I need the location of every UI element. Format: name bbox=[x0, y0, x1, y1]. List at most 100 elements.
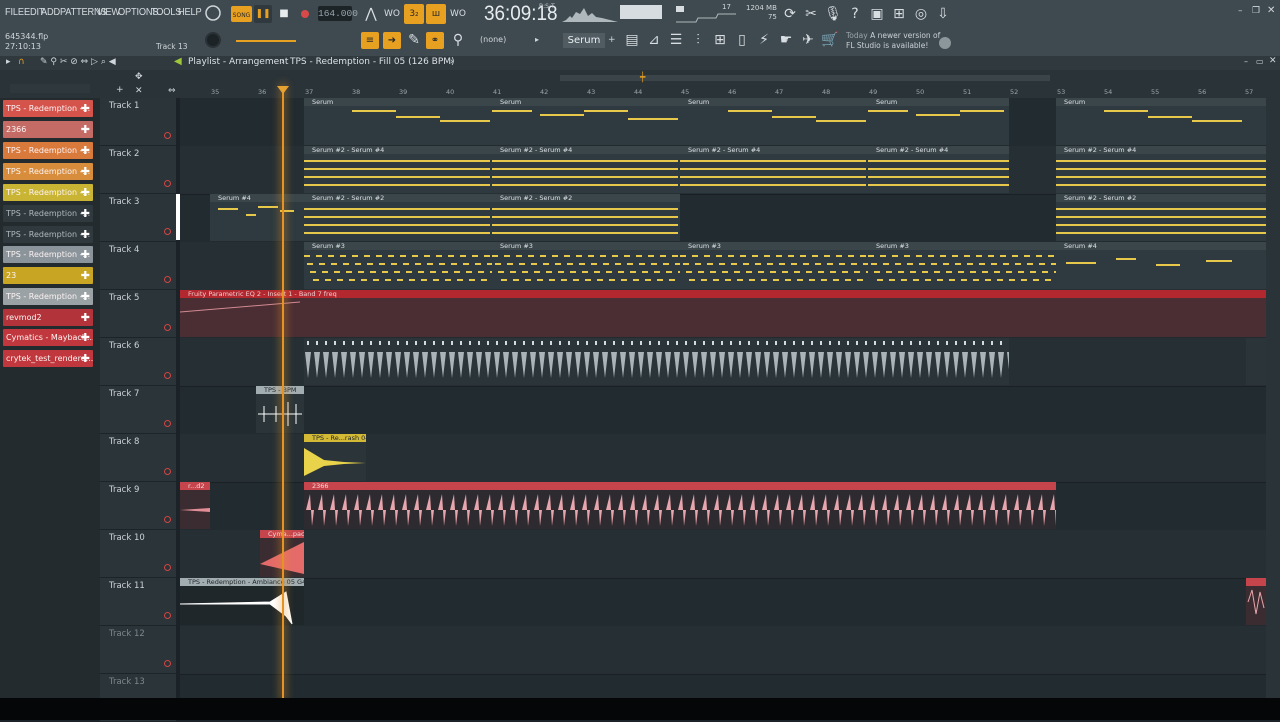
menu-file[interactable]: FILE bbox=[5, 6, 24, 18]
picker-filter[interactable] bbox=[10, 84, 90, 93]
picker-item[interactable]: crytek_test_rendere... ✚ bbox=[3, 350, 93, 367]
track-header[interactable]: Track 8 bbox=[100, 434, 176, 482]
shop-icon[interactable]: 🛒 bbox=[820, 30, 840, 50]
audio-clip[interactable]: TPS - Redemption - Ambiance 05 G4 bbox=[180, 578, 304, 625]
record-dot-icon[interactable] bbox=[164, 516, 171, 523]
pattern-name-display[interactable]: Serum bbox=[563, 33, 605, 48]
picker-item[interactable]: TPS - Redemption -... ✚ bbox=[3, 288, 93, 305]
plugin-icon[interactable]: ⊞ bbox=[889, 4, 909, 24]
record-dot-icon[interactable] bbox=[164, 612, 171, 619]
playlist-maximize-icon[interactable]: ▭ bbox=[1256, 57, 1264, 66]
master-volume-knob-icon[interactable] bbox=[203, 4, 223, 24]
record-dot-icon[interactable] bbox=[164, 180, 171, 187]
audio-clip[interactable] bbox=[1246, 338, 1266, 385]
audio-clip[interactable]: 2366 bbox=[304, 482, 1056, 529]
add-pattern-icon[interactable]: + bbox=[608, 35, 616, 45]
record-dot-icon[interactable] bbox=[164, 372, 171, 379]
microphone-icon[interactable]: 🎙 bbox=[823, 4, 843, 24]
track-lane[interactable] bbox=[180, 386, 1266, 435]
plugin-database-icon[interactable]: ⚡ bbox=[754, 30, 774, 50]
playlist-menu-arrow-icon[interactable]: ▸ bbox=[6, 57, 11, 67]
horizontal-scrollbar[interactable] bbox=[560, 75, 1050, 81]
save-icon[interactable]: ▣ bbox=[867, 4, 887, 24]
playlist-toggle-icon[interactable]: ≡ bbox=[361, 32, 379, 49]
pattern-clip[interactable]: Serum #3 bbox=[492, 242, 680, 289]
audio-clip[interactable] bbox=[304, 338, 1009, 385]
automation-clip[interactable]: Fruity Parametric EQ 2 - Insert 1 - Band… bbox=[180, 290, 1266, 337]
picker-add-icon[interactable]: ✚ bbox=[81, 329, 90, 346]
channel-rack-icon[interactable]: ☰ bbox=[666, 30, 686, 50]
picker-add-icon[interactable]: ✚ bbox=[81, 205, 90, 222]
menu-help[interactable]: HELP bbox=[178, 6, 202, 18]
track-header[interactable]: Track 3 bbox=[100, 194, 176, 242]
picker-item[interactable]: TPS - Redemption -... ✚ bbox=[3, 246, 93, 263]
update-icon[interactable] bbox=[938, 35, 952, 54]
picker-add-icon[interactable]: ✚ bbox=[81, 121, 90, 138]
vertical-scrollbar[interactable] bbox=[1266, 98, 1280, 698]
picker-add-icon[interactable]: ✚ bbox=[81, 226, 90, 243]
piano-roll-icon[interactable]: ⊿ bbox=[644, 30, 664, 50]
menu-tools[interactable]: TOOLS bbox=[151, 6, 181, 18]
picker-add-icon[interactable]: ✚ bbox=[81, 184, 90, 201]
picker-item[interactable]: TPS - Redemption -... ✚ bbox=[3, 226, 93, 243]
picker-item[interactable]: TPS - Redemption -... ✚ bbox=[3, 184, 93, 201]
track-lane[interactable] bbox=[180, 626, 1266, 675]
track-header[interactable]: Track 1 bbox=[100, 98, 176, 146]
picker-item[interactable]: Cymatics - Maybach... ✚ bbox=[3, 329, 93, 346]
song-mode-button[interactable]: SONG bbox=[231, 6, 252, 22]
playlist-close-icon[interactable]: ✕ bbox=[1269, 56, 1277, 66]
stamp-icon[interactable]: ⚲ bbox=[448, 30, 468, 50]
playlist-minimize-icon[interactable]: – bbox=[1244, 57, 1248, 66]
link-icon[interactable]: ⚭ bbox=[426, 32, 444, 49]
track-lane[interactable] bbox=[180, 578, 1266, 627]
metronome-icon[interactable]: ⋀ bbox=[361, 4, 381, 24]
cut-tool-icon[interactable]: ✂ bbox=[801, 4, 821, 24]
picker-item[interactable]: TPS - Redemption -... ✚ bbox=[3, 142, 93, 159]
record-dot-icon[interactable] bbox=[164, 660, 171, 667]
record-dot-icon[interactable] bbox=[164, 276, 171, 283]
menu-add[interactable]: ADD bbox=[41, 6, 60, 18]
pattern-clip[interactable]: Serum #2 - Serum #4 bbox=[1056, 146, 1266, 193]
picker-add-icon[interactable]: ✚ bbox=[81, 246, 90, 263]
mixer-icon[interactable]: ⫶ bbox=[688, 30, 708, 50]
pattern-clip[interactable]: Serum bbox=[868, 98, 1009, 145]
track-header[interactable]: Track 7 bbox=[100, 386, 176, 434]
magnet-icon[interactable]: ∩ bbox=[18, 57, 25, 67]
draw-tool-icon[interactable]: ✎ bbox=[404, 30, 424, 50]
record-dot-icon[interactable] bbox=[164, 420, 171, 427]
expand-icon[interactable]: ✥ bbox=[135, 72, 143, 82]
picker-item[interactable]: revmod2 ✚ bbox=[3, 309, 93, 326]
picker-item[interactable]: 2366 ✚ bbox=[3, 121, 93, 138]
window-close-icon[interactable]: ✕ bbox=[1267, 5, 1275, 16]
picker-add-icon[interactable]: ✚ bbox=[81, 142, 90, 159]
pattern-arrow-icon[interactable]: ▸ bbox=[535, 35, 539, 44]
picker-add-icon[interactable]: ✚ bbox=[81, 100, 90, 117]
audio-clip[interactable] bbox=[1246, 578, 1266, 625]
record-button[interactable] bbox=[297, 6, 313, 22]
pattern-clip[interactable]: Serum #2 - Serum #2 bbox=[1056, 194, 1266, 241]
playlist-tools-icon[interactable]: ✎ ⚲ ✂ ⊘ ⇔ ▷ ⌕ ◀ bbox=[40, 57, 116, 67]
record-dot-icon[interactable] bbox=[164, 228, 171, 235]
pattern-clip[interactable]: Serum #2 - Serum #2 bbox=[304, 194, 492, 241]
record-dot-icon[interactable] bbox=[164, 132, 171, 139]
menu-view[interactable]: VIEW bbox=[97, 6, 120, 18]
track-header[interactable]: Track 10 bbox=[100, 530, 176, 578]
pattern-clip[interactable]: Serum #4 bbox=[210, 194, 304, 241]
loop-record-icon[interactable]: WO bbox=[448, 4, 468, 24]
track-header[interactable]: Track 6 bbox=[100, 338, 176, 386]
arrow-right-icon[interactable]: ➜ bbox=[383, 32, 401, 49]
audio-clip[interactable]: r...d2 bbox=[180, 482, 210, 529]
undo-history-icon[interactable]: ⟳ bbox=[780, 4, 800, 24]
record-dot-icon[interactable] bbox=[164, 564, 171, 571]
download-icon[interactable]: ⇩ bbox=[933, 4, 953, 24]
help-icon[interactable]: ? bbox=[845, 4, 865, 24]
window-maximize-icon[interactable]: ❐ bbox=[1252, 6, 1260, 16]
track-header[interactable]: Track 12 bbox=[100, 626, 176, 674]
audio-clip[interactable]: TPS - BPM bbox=[256, 386, 304, 433]
browser-icon[interactable]: ▯ bbox=[732, 30, 752, 50]
track-header[interactable]: Track 2 bbox=[100, 146, 176, 194]
record-dot-icon[interactable] bbox=[164, 468, 171, 475]
audio-clip[interactable]: TPS - Re...rash 04 bbox=[304, 434, 366, 481]
play-button[interactable]: ❚❚ bbox=[254, 5, 272, 23]
master-pitch-slider[interactable] bbox=[236, 40, 296, 42]
